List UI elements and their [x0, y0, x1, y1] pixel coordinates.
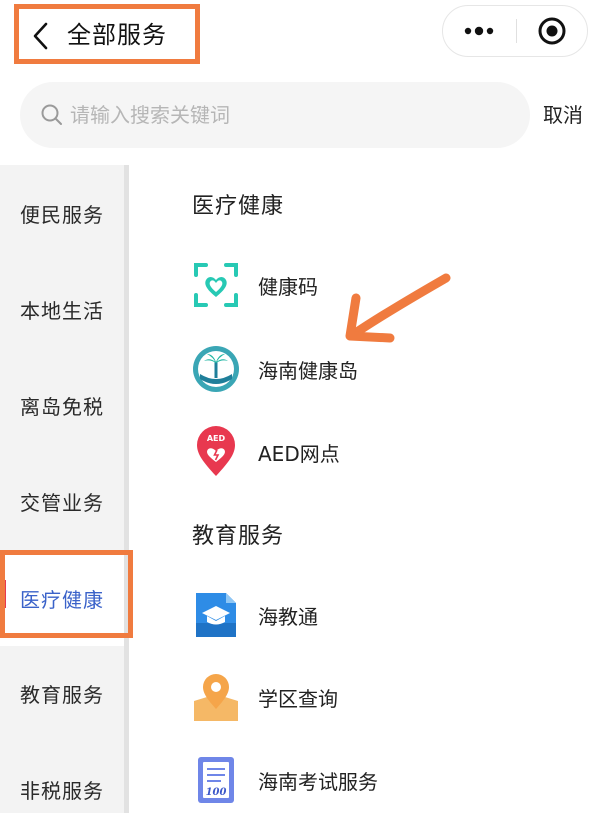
service-hainan-exam[interactable]: 100 海南考试服务 [190, 753, 570, 807]
more-dots-icon [464, 26, 494, 36]
exam-score-icon: 100 [190, 754, 242, 806]
navigation-header: 全部服务 [0, 0, 600, 70]
sidebar-item-label: 非税服务 [20, 778, 104, 803]
section-title-education: 教育服务 [192, 524, 285, 549]
sidebar-item-education[interactable]: 教育服务 [0, 645, 124, 741]
title-annotation-box: 全部服务 [14, 4, 200, 64]
sidebar-item-label: 本地生活 [20, 298, 104, 323]
category-sidebar: 便民服务 本地生活 离岛免税 交管业务 医疗健康 教育服务 非税服务 [0, 165, 124, 813]
sidebar-item-non-tax[interactable]: 非税服务 [0, 741, 124, 813]
sidebar-item-label: 交管业务 [20, 490, 104, 515]
page-title: 全部服务 [67, 21, 167, 49]
search-icon [41, 104, 62, 125]
service-label: 学区查询 [258, 686, 338, 711]
back-button[interactable] [25, 19, 55, 53]
sidebar-item-label: 教育服务 [20, 682, 104, 707]
sidebar-item-local-life[interactable]: 本地生活 [0, 261, 124, 357]
sidebar-item-duty-free[interactable]: 离岛免税 [0, 357, 124, 453]
service-school-district-query[interactable]: 学区查询 [190, 670, 570, 724]
service-label: 海南考试服务 [258, 769, 378, 794]
service-hai-jiao-tong[interactable]: 海教通 [190, 588, 570, 642]
health-code-icon [190, 259, 242, 311]
chevron-left-icon [33, 22, 48, 50]
svg-text:100: 100 [206, 787, 227, 798]
education-cap-icon [190, 589, 242, 641]
target-circle-icon [538, 17, 566, 45]
sidebar-item-label: 便民服务 [20, 202, 104, 227]
close-mini-program-button[interactable] [517, 6, 587, 56]
sidebar-item-traffic[interactable]: 交管业务 [0, 453, 124, 549]
service-aed-location[interactable]: AED AED网点 [190, 425, 570, 479]
school-district-map-icon [190, 671, 242, 723]
active-item-annotation-box [0, 550, 133, 638]
hainan-health-island-icon [190, 343, 242, 395]
service-label: 海南健康岛 [258, 358, 358, 383]
service-hainan-health-island[interactable]: 海南健康岛 [190, 342, 570, 396]
sidebar-item-label: 离岛免税 [20, 394, 104, 419]
aed-location-icon: AED [190, 426, 242, 478]
service-label: 健康码 [258, 274, 318, 299]
svg-text:AED: AED [207, 434, 226, 443]
section-title-healthcare: 医疗健康 [192, 194, 285, 219]
annotation-arrow-icon [345, 273, 451, 343]
mini-program-capsule [442, 5, 588, 57]
service-label: AED网点 [258, 441, 340, 466]
cancel-button[interactable]: 取消 [543, 98, 583, 132]
more-button[interactable] [443, 6, 515, 56]
sidebar-item-convenience[interactable]: 便民服务 [0, 165, 124, 261]
sidebar-scroll-rail [124, 165, 129, 813]
service-label: 海教通 [258, 604, 318, 629]
search-bar [20, 82, 530, 148]
search-input[interactable] [70, 96, 510, 134]
